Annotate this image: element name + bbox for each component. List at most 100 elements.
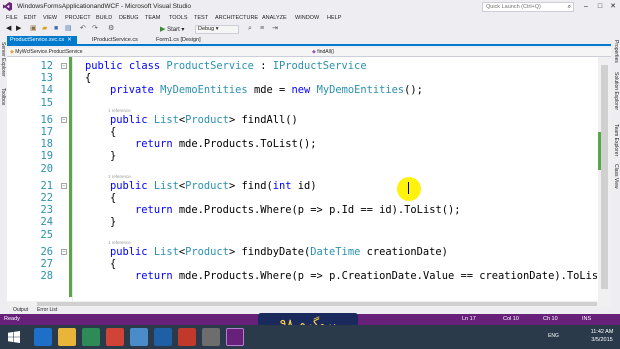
new-project-icon[interactable]: ▣ <box>30 25 37 33</box>
system-clock[interactable]: 11:42 AM 3/5/2015 <box>586 328 618 344</box>
minimize-button[interactable]: – <box>580 1 592 12</box>
solution-explorer-tab[interactable]: Solution Explorer <box>613 72 619 110</box>
code-line[interactable]: 21 − public List<Product> find(int id) <box>7 180 605 192</box>
code-text: { <box>85 126 117 138</box>
type-dropdown[interactable]: ◆ MyWcfService.ProductService <box>10 49 83 56</box>
status-ready: Ready <box>4 316 20 322</box>
tab-error-list[interactable]: Error List <box>37 307 57 314</box>
code-line[interactable]: 23 return mde.Products.Where(p => p.Id =… <box>7 204 605 216</box>
menu-view[interactable]: VIEW <box>43 15 57 21</box>
code-line[interactable]: 18 return mde.Products.ToList(); <box>7 138 605 150</box>
horizontal-scroll-thumb[interactable] <box>37 302 597 306</box>
tab-form1-design[interactable]: Form1.cs [Design] <box>153 36 204 44</box>
class-view-tab[interactable]: Class View <box>613 164 619 189</box>
properties-tab[interactable]: Properties <box>613 40 619 63</box>
menu-debug[interactable]: DEBUG <box>119 15 139 21</box>
line-number: 19 <box>40 150 53 163</box>
comment-icon[interactable]: ≡ <box>260 25 264 33</box>
close-window-button[interactable]: ✕ <box>607 1 619 12</box>
menu-edit[interactable]: EDIT <box>24 15 37 21</box>
language-indicator[interactable]: ENG <box>548 333 559 339</box>
code-line[interactable]: 26 − public List<Product> findbyDate(Date… <box>7 246 605 258</box>
code-editor[interactable]: 12 − public class ProductService : IProduc… <box>7 57 605 301</box>
tab-product-service[interactable]: ProductService.svc.cs ✕ <box>7 36 77 44</box>
code-text: } <box>85 150 117 163</box>
remote-desktop-icon[interactable] <box>202 328 220 346</box>
toolbox-tab[interactable]: Toolbox <box>0 88 6 105</box>
save-all-icon[interactable]: ▤ <box>65 25 72 33</box>
file-explorer-icon[interactable] <box>58 328 76 346</box>
solution-config-select[interactable]: Debug ▾ <box>195 25 239 34</box>
code-line[interactable]: 14 private MyDemoEntities mde = new MyDe… <box>7 84 605 96</box>
menu-build[interactable]: BUILD <box>96 15 112 21</box>
menu-file[interactable]: FILE <box>6 15 18 21</box>
line-number: 21 <box>40 179 53 192</box>
collapse-icon[interactable]: − <box>61 182 67 189</box>
forward-icon[interactable]: ▶ <box>16 25 21 33</box>
code-line[interactable]: 28 return mde.Products.Where(p => p.Crea… <box>7 270 605 282</box>
collapse-icon[interactable]: − <box>61 116 67 123</box>
start-debugging-button[interactable]: ▶ Start ▾ <box>160 25 184 33</box>
code-line[interactable]: 12 − public class ProductService : IProduc… <box>7 60 605 72</box>
media-player-icon[interactable] <box>82 328 100 346</box>
class-icon: ◆ <box>10 49 14 55</box>
menu-architecture[interactable]: ARCHITECTURE <box>215 15 258 21</box>
windows-taskbar: ENG 11:42 AM 3/5/2015 <box>0 325 620 349</box>
config-value: Debug <box>198 26 215 32</box>
menu-window[interactable]: WINDOW <box>295 15 319 21</box>
windows-start-icon[interactable] <box>8 331 20 343</box>
vertical-scroll-thumb[interactable] <box>601 65 608 289</box>
reference-count-label[interactable]: 1 reference <box>108 174 131 179</box>
tab-output[interactable]: Output <box>13 307 28 314</box>
code-text: public List<Product> findAll() <box>110 113 298 126</box>
collapse-icon[interactable]: − <box>61 63 67 69</box>
tab-iproduct-service[interactable]: IProductService.cs <box>89 36 141 44</box>
tab-label: ProductService.svc.cs <box>10 37 65 43</box>
reference-count-label[interactable]: 1 reference <box>108 108 131 113</box>
find-icon[interactable]: ⌕ <box>248 25 252 33</box>
internet-explorer-icon[interactable] <box>34 328 52 346</box>
collapse-icon[interactable]: − <box>61 248 67 255</box>
back-icon[interactable]: ◀ <box>6 25 11 33</box>
code-line[interactable]: 17 { <box>7 126 605 138</box>
code-line[interactable]: 15 <box>7 97 605 109</box>
undo-icon[interactable]: ↶ <box>80 25 86 33</box>
code-line[interactable]: 13 { <box>7 72 605 84</box>
team-explorer-tab[interactable]: Team Explorer <box>613 124 619 156</box>
chrome-icon[interactable] <box>106 328 124 346</box>
code-line[interactable]: 24 } <box>7 216 605 228</box>
vertical-scrollbar[interactable] <box>598 57 611 301</box>
code-line[interactable]: 27 { <box>7 258 605 270</box>
code-line[interactable]: 22 { <box>7 192 605 204</box>
quick-launch-input[interactable]: Quick Launch (Ctrl+Q) ⌕ <box>482 2 574 12</box>
reference-count-label[interactable]: 1 reference <box>108 240 131 245</box>
open-folder-icon[interactable]: ▰ <box>42 25 47 33</box>
code-line[interactable]: 25 <box>7 229 605 241</box>
skype-icon[interactable] <box>130 328 148 346</box>
tab-label: IProductService.cs <box>92 37 138 43</box>
close-tab-icon[interactable]: ✕ <box>67 37 72 43</box>
code-line[interactable]: 16 − public List<Product> findAll() <box>7 114 605 126</box>
menu-help[interactable]: HELP <box>327 15 341 21</box>
line-number: 18 <box>40 138 53 151</box>
redo-icon[interactable]: ↷ <box>92 25 98 33</box>
menu-test[interactable]: TEST <box>194 15 208 21</box>
menu-project[interactable]: PROJECT <box>65 15 91 21</box>
save-icon[interactable]: ■ <box>54 25 58 33</box>
outlook-icon[interactable] <box>154 328 172 346</box>
line-number: 27 <box>40 258 53 270</box>
code-line[interactable]: 20 <box>7 163 605 175</box>
menu-team[interactable]: TEAM <box>145 15 160 21</box>
code-line[interactable]: 19 } <box>7 150 605 162</box>
code-text: public List<Product> findbyDate(DateTime… <box>110 245 448 258</box>
attach-icon[interactable]: ⚙ <box>108 25 114 33</box>
line-number: 22 <box>40 192 53 204</box>
visual-studio-taskbar-icon[interactable] <box>226 328 244 346</box>
office-icon[interactable] <box>178 328 196 346</box>
menu-analyze[interactable]: ANALYZE <box>262 15 287 21</box>
maximize-button[interactable]: □ <box>594 1 606 12</box>
member-dropdown[interactable]: ◆ findAll() <box>312 49 334 56</box>
indent-icon[interactable]: ⇥ <box>272 25 278 33</box>
server-explorer-tab[interactable]: Server Explorer <box>0 42 6 77</box>
menu-tools[interactable]: TOOLS <box>169 15 188 21</box>
